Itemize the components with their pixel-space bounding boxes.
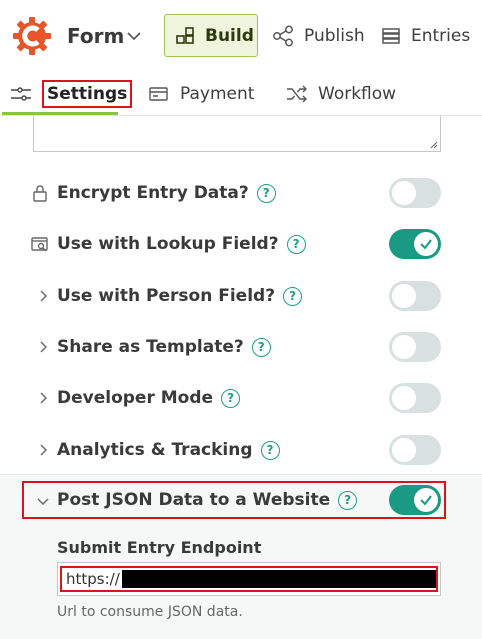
top-bar: Form Build Publish Entries: [0, 0, 482, 72]
help-icon[interactable]: ?: [256, 184, 276, 203]
credit-card-icon: [149, 87, 168, 101]
chevron-right-icon: [40, 290, 47, 302]
setting-label: Encrypt Entry Data??: [57, 183, 276, 203]
lookup-icon: [31, 237, 48, 252]
description-textarea[interactable]: [33, 116, 441, 152]
endpoint-value: https://: [66, 570, 120, 588]
build-icon: [176, 26, 194, 44]
setting-row-template[interactable]: Share as Template??: [0, 322, 482, 372]
setting-label: Use with Lookup Field??: [57, 234, 306, 254]
chevron-right-icon: [40, 392, 47, 404]
help-icon[interactable]: ?: [260, 441, 280, 460]
post-json-highlight: [22, 481, 446, 519]
active-tab-indicator: [2, 112, 118, 115]
tab-workflow[interactable]: Workflow: [286, 72, 396, 116]
settings-tabs: Settings Payment Workflow: [0, 72, 482, 116]
check-icon: [420, 239, 432, 250]
endpoint-highlight: https://: [60, 566, 438, 592]
sliders-icon: [11, 87, 31, 101]
share-icon: [273, 25, 293, 46]
tab-payment[interactable]: Payment: [148, 72, 254, 116]
build-button[interactable]: Build: [164, 14, 258, 57]
tab-payment-label: Payment: [180, 84, 255, 104]
app-logo-icon[interactable]: [12, 16, 52, 56]
publish-label: Publish: [304, 25, 365, 46]
setting-row-analytics[interactable]: Analytics & Tracking?: [0, 425, 482, 475]
setting-label: Share as Template??: [57, 337, 271, 357]
analytics-toggle[interactable]: [389, 435, 441, 465]
endpoint-label: Submit Entry Endpoint: [57, 538, 262, 557]
endpoint-input[interactable]: https://: [57, 562, 441, 596]
build-label: Build: [205, 25, 254, 46]
entries-button[interactable]: Entries: [381, 14, 470, 57]
help-icon[interactable]: ?: [251, 338, 271, 357]
setting-row-encrypt: Encrypt Entry Data??: [0, 168, 482, 218]
tab-settings-label: Settings: [42, 80, 133, 108]
setting-label: Analytics & Tracking?: [57, 440, 280, 460]
help-icon[interactable]: ?: [283, 287, 303, 306]
setting-label: Use with Person Field??: [57, 286, 303, 306]
redacted-url: [121, 570, 436, 588]
form-title[interactable]: Form: [67, 24, 124, 48]
entries-label: Entries: [411, 25, 471, 46]
entries-icon: [382, 27, 400, 44]
developer-toggle[interactable]: [389, 383, 441, 413]
endpoint-help-text: Url to consume JSON data.: [57, 604, 243, 620]
encrypt-toggle[interactable]: [389, 178, 441, 208]
template-toggle[interactable]: [389, 332, 441, 362]
person-toggle[interactable]: [389, 281, 441, 311]
setting-row-lookup: Use with Lookup Field??: [0, 219, 482, 269]
setting-row-developer[interactable]: Developer Mode?: [0, 373, 482, 423]
help-icon[interactable]: ?: [286, 235, 306, 254]
publish-button[interactable]: Publish: [272, 14, 365, 57]
resize-grip-icon[interactable]: [430, 141, 438, 149]
setting-label: Developer Mode?: [57, 388, 241, 408]
tab-workflow-label: Workflow: [318, 84, 397, 104]
shuffle-icon: [287, 85, 307, 103]
help-icon[interactable]: ?: [221, 389, 241, 408]
setting-row-person[interactable]: Use with Person Field??: [0, 271, 482, 321]
lock-icon: [33, 185, 47, 202]
chevron-right-icon: [40, 444, 47, 456]
chevron-down-icon[interactable]: [124, 26, 144, 46]
tab-settings[interactable]: Settings: [10, 72, 133, 116]
lookup-toggle[interactable]: [389, 229, 441, 259]
chevron-right-icon: [40, 341, 47, 353]
